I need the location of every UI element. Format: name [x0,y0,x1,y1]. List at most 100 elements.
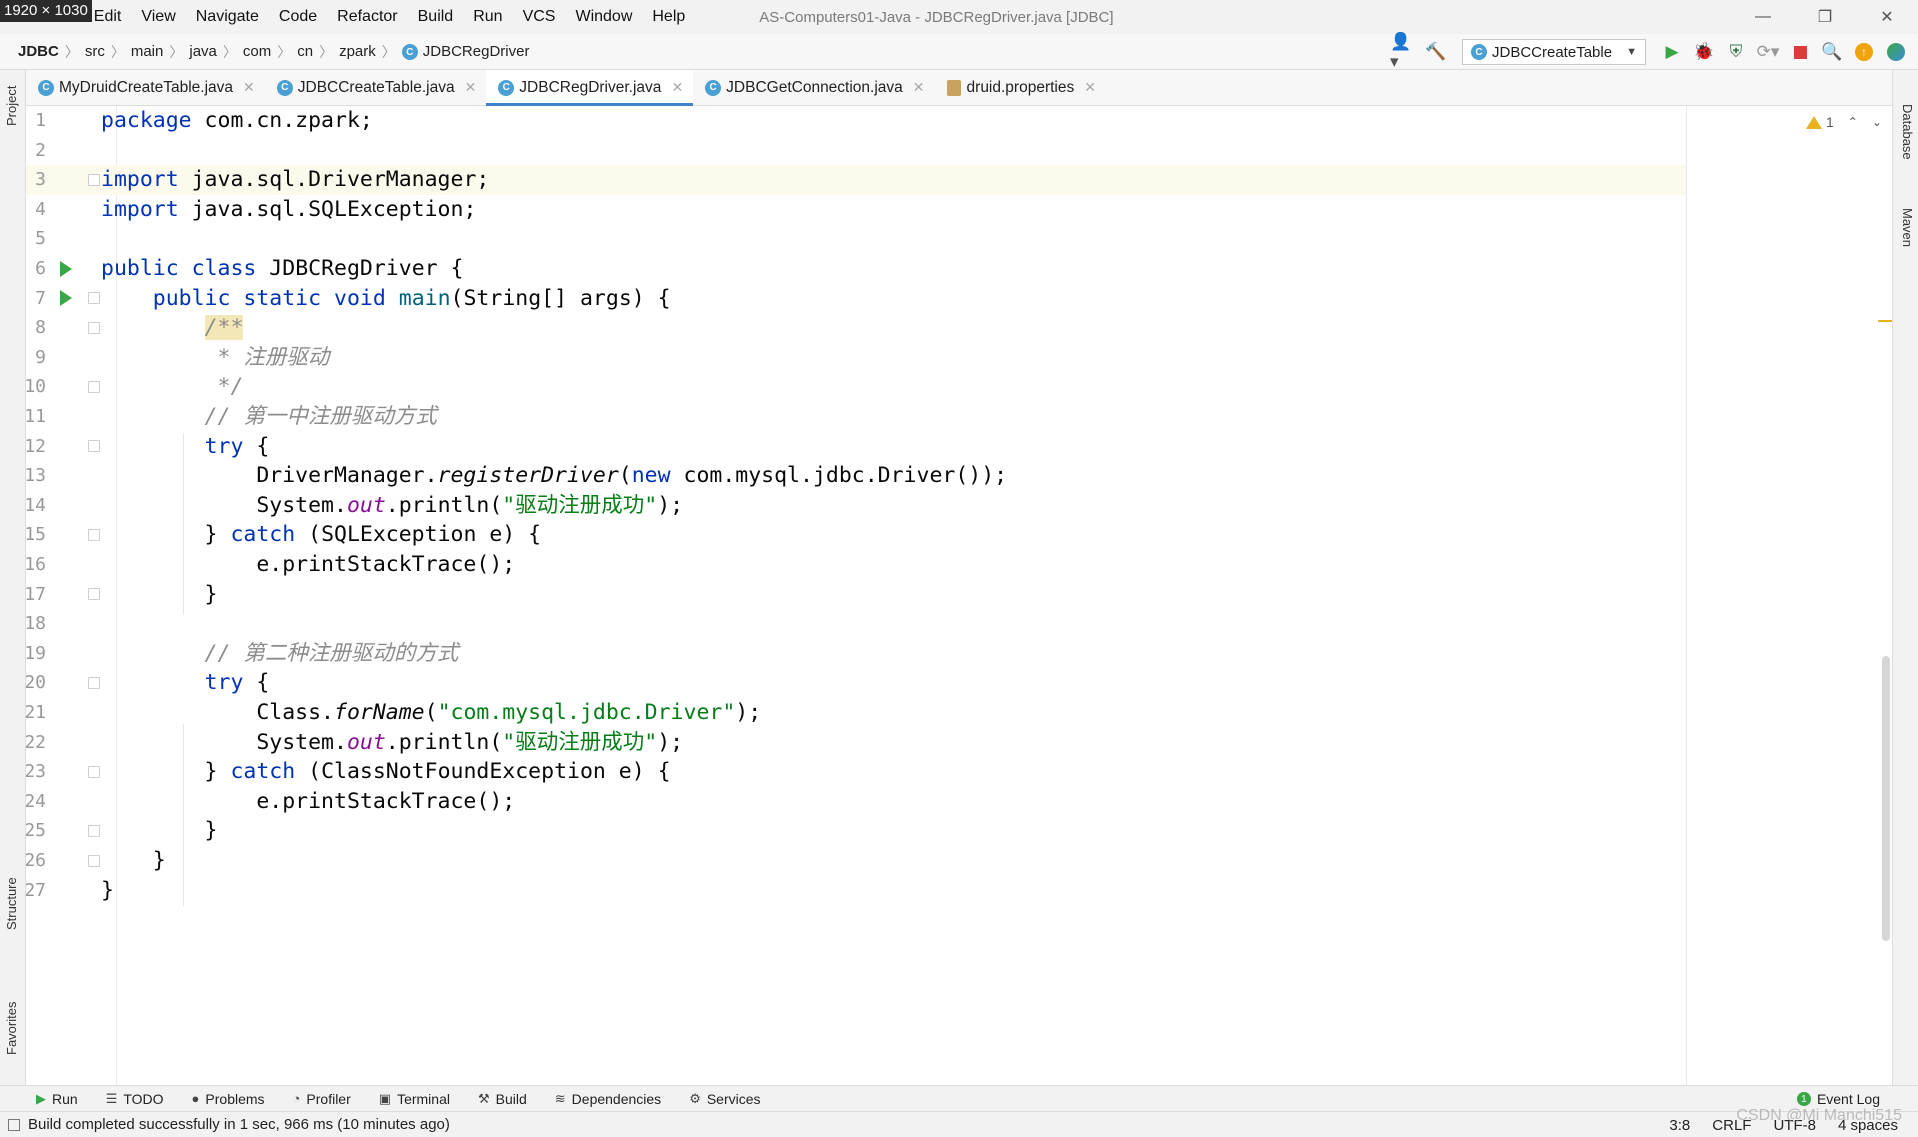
line-number[interactable]: 5 [26,224,46,254]
editor-scrollbar[interactable] [1882,656,1890,941]
fold-marker-icon[interactable] [88,529,100,542]
plugin-icon[interactable] [1882,38,1910,66]
services-tool-button[interactable]: ⚙ Services [689,1091,760,1107]
fold-marker-icon[interactable] [88,677,100,690]
code-line[interactable]: 11 // 第一中注册驱动方式 [26,402,1686,432]
terminal-tool-button[interactable]: ▣ Terminal [379,1091,450,1107]
run-tool-button[interactable]: ▶ Run [36,1091,78,1107]
code-line[interactable]: 21 Class.forName("com.mysql.jdbc.Driver"… [26,698,1686,728]
profiler-tool-button[interactable]: ◔ Profiler [293,1091,351,1107]
fold-marker-icon[interactable] [88,588,100,601]
warning-stripe-marker[interactable] [1878,320,1892,322]
breadcrumb-zpark[interactable]: zpark [333,43,382,60]
code-line[interactable]: 15 } catch (SQLException e) { [26,520,1686,550]
code-line[interactable]: 25 } [26,816,1686,846]
debug-icon[interactable]: 🐞 [1690,38,1718,66]
code-line[interactable]: 4 import java.sql.SQLException; [26,195,1686,225]
line-number[interactable]: 11 [26,402,46,432]
line-number[interactable]: 3 [26,165,46,195]
breadcrumb-project[interactable]: JDBC [12,43,65,60]
breadcrumb-class[interactable]: C JDBCRegDriver [396,43,536,61]
code-line[interactable]: 9 * 注册驱动 [26,343,1686,373]
code-line[interactable]: 5 [26,224,1686,254]
menu-help[interactable]: Help [642,0,695,34]
breadcrumb-com[interactable]: com [237,43,277,60]
line-number[interactable]: 24 [26,787,46,817]
fold-marker-icon[interactable] [88,440,100,453]
close-icon[interactable]: ✕ [1084,79,1096,96]
project-tool-button[interactable]: Project [4,86,19,126]
line-number[interactable]: 16 [26,550,46,580]
breadcrumb-cn[interactable]: cn [291,43,319,60]
close-icon[interactable]: ✕ [913,79,925,96]
maven-tool-button[interactable]: Maven [1900,208,1915,247]
run-gutter-icon[interactable] [60,290,72,307]
menu-vcs[interactable]: VCS [513,0,566,34]
code-line[interactable]: 6 public class JDBCRegDriver { [26,254,1686,284]
tab-jdbccreatetable[interactable]: C JDBCCreateTable.java ✕ [265,70,487,105]
line-number[interactable]: 13 [26,461,46,491]
code-line[interactable]: 13 DriverManager.registerDriver(new com.… [26,461,1686,491]
restore-button[interactable]: ❐ [1794,0,1856,34]
line-number[interactable]: 10 [26,372,46,402]
run-gutter-icon[interactable] [60,260,72,277]
menu-build[interactable]: Build [408,0,464,34]
fold-marker-icon[interactable] [88,292,100,305]
code-line[interactable]: 10 */ [26,372,1686,402]
line-number[interactable]: 20 [26,668,46,698]
problems-tool-button[interactable]: ● Problems [192,1091,265,1107]
line-number[interactable]: 7 [26,284,46,314]
code-line[interactable]: 23 } catch (ClassNotFoundException e) { [26,757,1686,787]
line-number[interactable]: 1 [26,106,46,136]
close-icon[interactable]: ✕ [465,79,477,96]
status-toggle-icon[interactable] [8,1118,20,1131]
favorites-tool-button[interactable]: Favorites [4,1002,19,1055]
close-icon[interactable]: ✕ [243,79,255,96]
line-number[interactable]: 18 [26,609,46,639]
line-number[interactable]: 9 [26,343,46,373]
minimize-button[interactable]: — [1732,0,1794,34]
search-icon[interactable]: 🔍 [1818,38,1846,66]
code-line[interactable]: 7 public static void main(String[] args)… [26,284,1686,314]
code-line[interactable]: 26 } [26,846,1686,876]
line-number[interactable]: 6 [26,254,46,284]
todo-tool-button[interactable]: ☰ TODO [106,1091,164,1107]
code-line[interactable]: 16 e.printStackTrace(); [26,550,1686,580]
line-number[interactable]: 19 [26,639,46,669]
close-window-button[interactable]: ✕ [1856,0,1918,34]
inspection-widget[interactable]: 1 ⌃ ⌄ [1806,114,1882,130]
line-number[interactable]: 25 [26,816,46,846]
breadcrumb-src[interactable]: src [79,43,111,60]
code-line[interactable]: 24 e.printStackTrace(); [26,787,1686,817]
caret-position[interactable]: 3:8 [1669,1117,1690,1134]
line-number[interactable]: 14 [26,491,46,521]
menu-view[interactable]: View [131,0,185,34]
line-number[interactable]: 27 [26,876,46,906]
status-message[interactable]: Build completed successfully in 1 sec, 9… [28,1116,450,1133]
code-line[interactable]: 27} [26,876,1686,906]
code-line[interactable]: 17 } [26,580,1686,610]
dependencies-tool-button[interactable]: ≋ Dependencies [555,1091,661,1107]
code-line[interactable]: 2 [26,136,1686,166]
code-line[interactable]: 20 try { [26,668,1686,698]
code-line[interactable]: 18 [26,609,1686,639]
user-icon[interactable]: 👤▾ [1390,32,1418,71]
build-hammer-icon[interactable]: 🔨 [1422,38,1450,66]
close-icon[interactable]: ✕ [671,79,683,96]
line-number[interactable]: 12 [26,432,46,462]
tab-jdbcregdriver[interactable]: C JDBCRegDriver.java ✕ [486,70,694,106]
stop-icon[interactable] [1786,38,1814,66]
line-number[interactable]: 22 [26,728,46,758]
menu-refactor[interactable]: Refactor [327,0,407,34]
fold-marker-icon[interactable] [88,825,100,838]
tab-jdbcgetconnection[interactable]: C JDBCGetConnection.java ✕ [693,70,934,105]
update-icon[interactable]: ↑ [1850,38,1878,66]
menu-window[interactable]: Window [565,0,642,34]
menu-run[interactable]: Run [463,0,512,34]
fold-marker-icon[interactable] [88,381,100,394]
breadcrumb-main[interactable]: main [125,43,170,60]
line-number[interactable]: 2 [26,136,46,166]
menu-navigate[interactable]: Navigate [186,0,269,34]
profile-icon[interactable]: ⟳▾ [1754,38,1782,66]
fold-marker-icon[interactable] [88,854,100,867]
